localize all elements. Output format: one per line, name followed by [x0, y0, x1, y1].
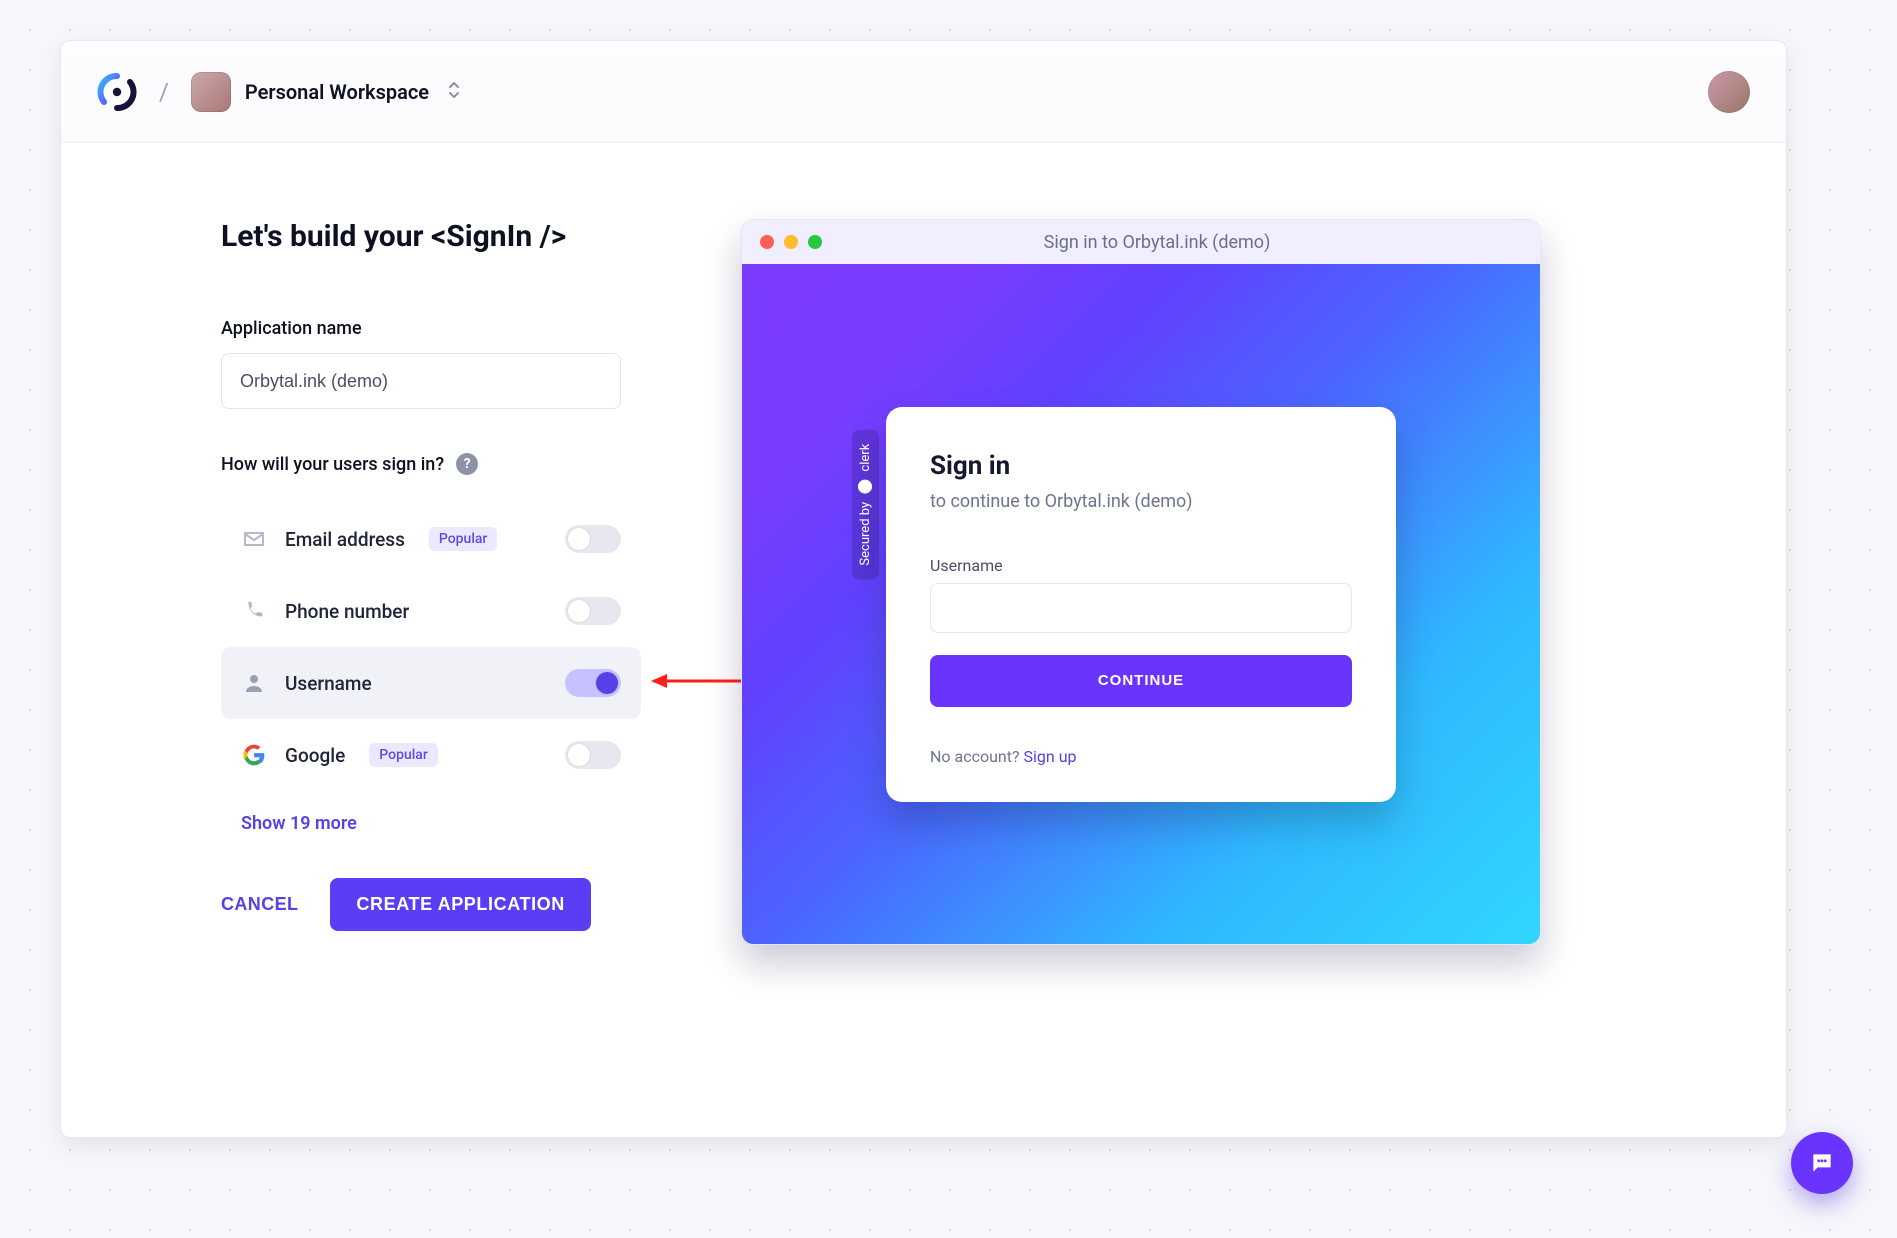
no-account-text: No account? [930, 747, 1024, 766]
option-phone: Phone number [221, 575, 641, 647]
clerk-mark-icon [859, 480, 873, 494]
workspace-label: Personal Workspace [245, 80, 429, 104]
signin-continue-button[interactable]: CONTINUE [930, 655, 1352, 707]
signin-sub-prefix: to continue to [930, 491, 1045, 512]
signin-username-input[interactable] [930, 583, 1352, 633]
option-username-label: Username [285, 672, 372, 695]
create-application-button[interactable]: CREATE APPLICATION [330, 878, 590, 931]
preview-window-title: Sign in to Orbytal.ink (demo) [792, 232, 1522, 253]
build-form: Let's build your <SignIn /> Application … [221, 219, 641, 1137]
option-phone-label: Phone number [285, 600, 409, 623]
show-more-link[interactable]: Show 19 more [241, 813, 357, 834]
preview-pane: Sign in to Orbytal.ink (demo) Secured by… [741, 219, 1541, 1137]
google-icon [241, 742, 267, 768]
popular-badge: Popular [429, 527, 498, 551]
app-name-label: Application name [221, 318, 641, 339]
clerk-logo-icon[interactable] [97, 72, 137, 112]
signin-question-text: How will your users sign in? [221, 454, 444, 475]
top-bar: / Personal Workspace [61, 41, 1786, 143]
chat-icon [1809, 1150, 1835, 1176]
window-close-icon [760, 235, 774, 249]
chevron-updown-icon [447, 80, 461, 104]
preview-titlebar: Sign in to Orbytal.ink (demo) [742, 220, 1540, 264]
option-email: Email address Popular [221, 503, 641, 575]
page-title: Let's build your <SignIn /> [221, 219, 641, 254]
user-avatar[interactable] [1708, 71, 1750, 113]
workspace-avatar [191, 72, 231, 112]
option-google-toggle[interactable] [565, 741, 621, 769]
secured-by-text: Secured by [858, 502, 873, 566]
option-email-label: Email address [285, 528, 405, 551]
secured-by-badge: Secured by clerk [852, 430, 879, 580]
chat-fab[interactable] [1791, 1132, 1853, 1194]
option-username: Username [221, 647, 641, 719]
page-title-prefix: Let's build your [221, 219, 431, 254]
phone-icon [241, 598, 267, 624]
signin-heading: Sign in [930, 451, 1352, 481]
option-google-label: Google [285, 744, 345, 767]
page-title-tag: <SignIn /> [431, 219, 566, 254]
signin-question: How will your users sign in? ? [221, 453, 641, 475]
popular-badge: Popular [369, 743, 438, 767]
option-phone-toggle[interactable] [565, 597, 621, 625]
option-google: Google Popular [221, 719, 641, 791]
option-username-toggle[interactable] [565, 669, 621, 697]
signin-footer: No account? Sign up [930, 747, 1352, 766]
signin-sub-app: Orbytal.ink (demo) [1045, 491, 1193, 512]
app-frame: / Personal Workspace Let's build your <S… [60, 40, 1787, 1138]
email-icon [241, 526, 267, 552]
secured-brand-text: clerk [858, 444, 873, 472]
signin-field-label: Username [930, 556, 1352, 575]
signup-link[interactable]: Sign up [1024, 747, 1077, 766]
content-area: Let's build your <SignIn /> Application … [61, 143, 1786, 1137]
option-email-toggle[interactable] [565, 525, 621, 553]
signin-subtitle: to continue to Orbytal.ink (demo) [930, 491, 1352, 512]
preview-body: Secured by clerk Sign in to continue to … [742, 264, 1540, 944]
help-icon[interactable]: ? [456, 453, 478, 475]
breadcrumb-separator: / [159, 78, 169, 106]
user-icon [241, 670, 267, 696]
workspace-switcher[interactable]: Personal Workspace [191, 72, 461, 112]
preview-window: Sign in to Orbytal.ink (demo) Secured by… [741, 219, 1541, 945]
cancel-button[interactable]: CANCEL [221, 894, 298, 915]
app-name-input[interactable] [221, 353, 621, 409]
annotation-arrow-icon [651, 666, 741, 696]
signin-card: Sign in to continue to Orbytal.ink (demo… [886, 407, 1396, 802]
